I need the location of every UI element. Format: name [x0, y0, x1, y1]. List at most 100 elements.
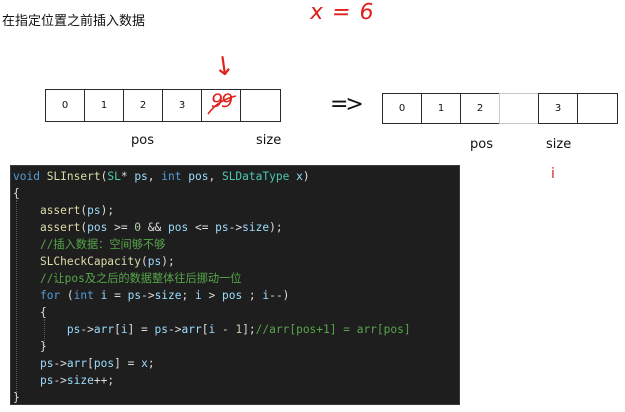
code-line: ps->arr[i] = ps->arr[i - 1];//arr[pos+1]…	[11, 321, 411, 338]
code-token: //让pos及之后的数据整体往后挪动一位	[39, 272, 242, 285]
i-marker: i	[551, 166, 555, 182]
code-token: }	[13, 391, 20, 404]
code-line: ps->size++;	[11, 372, 114, 389]
code-line: for (int i = ps->size; i > pos ; i--)	[11, 287, 289, 304]
pos-label: pos	[131, 133, 154, 148]
strike-line	[207, 95, 237, 115]
code-token: ,	[147, 170, 162, 183]
x-value-annotation: x = 6	[308, 0, 377, 25]
code-token: ps	[39, 357, 54, 370]
code-token: ] =	[127, 323, 155, 336]
pos-label: pos	[470, 137, 493, 152]
code-token: pos	[221, 289, 243, 302]
code-token: size	[66, 374, 94, 387]
code-token: ] =	[114, 357, 142, 370]
code-line: //插入数据：空间够不够	[11, 236, 165, 253]
code-token: >	[201, 289, 222, 302]
code-line: {	[11, 185, 20, 202]
code-token: //插入数据：空间够不够	[39, 238, 166, 251]
code-token: i	[195, 289, 202, 302]
code-token: ->	[53, 357, 67, 370]
code-token: );	[100, 204, 115, 217]
code-token: pos	[93, 357, 115, 370]
code-token: );	[161, 255, 175, 268]
code-token: )	[302, 170, 310, 183]
code-line: }	[11, 389, 20, 406]
code-token: [	[87, 357, 94, 370]
code-token: ps	[134, 170, 148, 183]
code-token: ++;	[93, 374, 115, 387]
implies-arrow-icon: =>	[330, 92, 364, 117]
code-editor[interactable]: void SLInsert (SL* ps, int pos, SLDataTyp…	[10, 165, 460, 405]
code-token: i	[120, 323, 128, 336]
code-token: {	[13, 187, 20, 200]
code-token: //arr[pos+1] = arr[pos]	[255, 323, 411, 336]
code-token: ;	[147, 357, 155, 370]
code-line: {	[11, 304, 47, 321]
code-token: (	[60, 289, 74, 302]
code-token: arr	[93, 323, 115, 336]
array-cell: 3	[538, 93, 578, 124]
array-cell: 1	[421, 93, 461, 124]
before-array: 0 1 2 3	[45, 89, 281, 122]
array-cell-empty	[499, 93, 539, 124]
array-cell	[240, 89, 281, 122]
array-cell	[577, 93, 618, 124]
code-token: ps	[87, 204, 101, 217]
code-token: <=	[188, 221, 216, 234]
code-token: {	[13, 306, 47, 319]
code-token: }	[13, 340, 47, 353]
code-line: assert(pos >= 0 && pos <= ps->size);	[11, 219, 283, 236]
code-token: arr	[181, 323, 202, 336]
code-token: ;	[181, 289, 195, 302]
code-token: (	[141, 255, 148, 268]
strike-mark	[207, 95, 237, 115]
code-token: SLCheckCapacity	[39, 255, 141, 268]
code-token: ->	[141, 289, 155, 302]
code-token: ->	[228, 221, 243, 234]
code-token: for	[39, 289, 61, 302]
code-token: int	[161, 170, 182, 183]
code-token: ->	[80, 323, 94, 336]
page-title: 在指定位置之前插入数据	[2, 14, 146, 29]
code-token: );	[269, 221, 283, 234]
code-token: ps	[39, 374, 54, 387]
array-cell: 0	[382, 93, 422, 124]
code-token: pos	[188, 170, 209, 183]
code-line: }	[11, 338, 47, 355]
array-cell: 1	[84, 89, 124, 122]
code-token: SL	[107, 170, 121, 183]
code-token: ps	[215, 221, 229, 234]
code-token: ps	[127, 289, 142, 302]
code-token: size	[242, 221, 270, 234]
code-line: SLCheckCapacity(ps);	[11, 253, 175, 270]
code-token: ps	[147, 255, 162, 268]
code-token: -	[215, 323, 236, 336]
code-token: ->	[53, 374, 67, 387]
code-token: >=	[107, 221, 135, 234]
code-token: assert	[39, 221, 81, 234]
array-cell: 2	[460, 93, 500, 124]
code-token: SLInsert	[46, 170, 101, 183]
code-token: pos	[168, 221, 189, 234]
code-token: SLDataType	[221, 170, 290, 183]
code-token: ->	[168, 323, 182, 336]
after-array: 0 1 2 3	[382, 93, 618, 124]
array-cell: 0	[45, 89, 85, 122]
code-token: ;	[242, 289, 263, 302]
code-line: assert(ps);	[11, 202, 114, 219]
code-token: void	[13, 170, 40, 183]
code-token: int	[73, 289, 94, 302]
code-token: *	[120, 170, 135, 183]
size-label: size	[546, 137, 572, 152]
insert-arrow-icon: ↓	[211, 50, 237, 84]
code-line: ps->arr[pos] = x;	[11, 355, 155, 372]
